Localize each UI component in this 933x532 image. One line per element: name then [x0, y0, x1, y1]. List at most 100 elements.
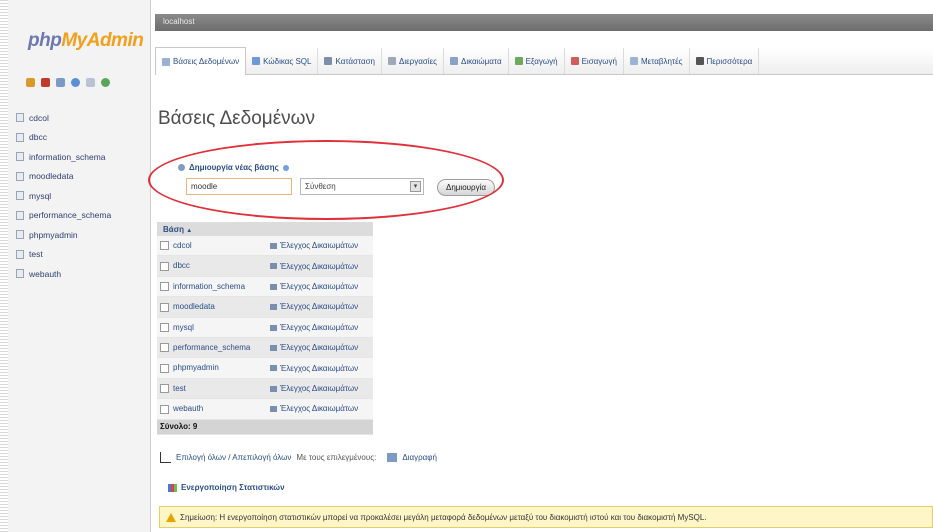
page-title: Βάσεις Δεδομένων [158, 108, 316, 129]
database-name-link[interactable]: performance_schema [173, 343, 250, 352]
sidebar-item-label: test [29, 249, 43, 260]
row-checkbox[interactable] [160, 261, 169, 271]
privileges-icon [270, 304, 277, 311]
phpmyadmin-logo[interactable]: phpMyAdmin [28, 30, 144, 52]
check-privileges-link[interactable]: Έλεγχος Δικαιωμάτων [280, 404, 358, 413]
database-cell: cdcol [157, 236, 267, 257]
privileges-cell: Έλεγχος Δικαιωμάτων [267, 357, 373, 379]
create-database-heading: Δημιουργία νέας βάσης [178, 163, 289, 172]
enable-statistics[interactable]: Ενεργοποίηση Στατιστικών [168, 483, 285, 492]
sidebar-item-label: phpmyadmin [29, 229, 78, 240]
database-cell: information_schema [157, 276, 267, 298]
privileges-icon [270, 385, 277, 392]
sidebar-item-phpmyadmin[interactable]: phpmyadmin [8, 225, 150, 245]
reload-icon[interactable] [101, 78, 110, 87]
check-privileges-link[interactable]: Έλεγχος Δικαιωμάτων [280, 262, 358, 271]
privileges-cell: Έλεγχος Δικαιωμάτων [267, 276, 373, 298]
drop-selected-link[interactable]: Διαγραφή [402, 453, 437, 462]
row-checkbox[interactable] [160, 404, 169, 414]
table-row: performance_schema Έλεγχος Δικαιωμάτων [157, 337, 373, 359]
help-icon[interactable] [71, 78, 80, 87]
database-name-link[interactable]: cdcol [173, 241, 192, 250]
tab-privileges[interactable]: Δικαιώματα [444, 48, 509, 74]
database-icon[interactable] [41, 78, 50, 87]
select-all-link[interactable]: Επιλογή όλων / Απεπιλογή όλων [176, 453, 291, 462]
privileges-cell: Έλεγχος Δικαιωμάτων [267, 337, 373, 359]
check-privileges-link[interactable]: Έλεγχος Δικαιωμάτων [280, 282, 358, 291]
row-checkbox[interactable] [160, 322, 169, 332]
sidebar-database-list: cdcol dbcc information_schema moodledata mys… [8, 108, 150, 284]
check-privileges-link[interactable]: Έλεγχος Δικαιωμάτων [280, 343, 358, 352]
database-icon [16, 210, 24, 220]
tab-label: Κώδικας SQL [263, 56, 312, 66]
database-name-link[interactable]: mysql [173, 323, 194, 332]
tab-status[interactable]: Κατάσταση [318, 48, 382, 74]
check-privileges-link[interactable]: Έλεγχος Δικαιωμάτων [280, 302, 358, 311]
database-name-link[interactable]: test [173, 384, 186, 393]
row-checkbox[interactable] [160, 343, 169, 353]
check-privileges-link[interactable]: Έλεγχος Δικαιωμάτων [280, 364, 358, 373]
tab-export[interactable]: Εξαγωγή [509, 48, 565, 74]
table-row: mysql Έλεγχος Δικαιωμάτων [157, 317, 373, 338]
database-name-link[interactable]: moodledata [173, 302, 215, 311]
server-breadcrumb[interactable]: localhost [163, 17, 195, 26]
check-privileges-link[interactable]: Έλεγχος Δικαιωμάτων [280, 241, 358, 250]
table-row: cdcol Έλεγχος Δικαιωμάτων [157, 236, 373, 257]
privileges-cell: Έλεγχος Δικαιωμάτων [267, 255, 373, 277]
tab-databases[interactable]: Βάσεις Δεδομένων [155, 47, 247, 75]
database-cell: performance_schema [157, 337, 267, 359]
sidebar-item-label: performance_schema [29, 210, 112, 221]
tab-label: Εξαγωγή [525, 56, 558, 66]
row-checkbox[interactable] [160, 241, 169, 251]
database-name-link[interactable]: dbcc [173, 261, 190, 270]
docs-icon[interactable] [86, 78, 95, 87]
table-row: dbcc Έλεγχος Δικαιωμάτων [157, 255, 373, 277]
sidebar-item-cdcol[interactable]: cdcol [8, 108, 150, 128]
database-name-input[interactable] [186, 178, 292, 195]
database-name-link[interactable]: webauth [173, 404, 203, 413]
row-checkbox[interactable] [160, 363, 169, 373]
collation-select[interactable]: Σύνθεση ▾ [300, 178, 424, 195]
sidebar-item-webauth[interactable]: webauth [8, 264, 150, 284]
tab-sql[interactable]: Κώδικας SQL [246, 48, 319, 74]
row-checkbox[interactable] [160, 302, 169, 312]
more-icon [695, 57, 704, 65]
check-privileges-link[interactable]: Έλεγχος Δικαιωμάτων [280, 384, 358, 393]
sort-ascending-icon: ▲ [186, 227, 193, 234]
sidebar-item-label: moodledata [29, 171, 74, 182]
privileges-icon [270, 263, 277, 270]
tab-label: Κατάσταση [335, 56, 375, 66]
row-checkbox[interactable] [160, 384, 169, 394]
tab-more[interactable]: Περισσότερα [690, 48, 760, 74]
chevron-down-icon: ▾ [410, 181, 421, 192]
tab-processes[interactable]: Διεργασίες [382, 48, 444, 74]
database-icon [16, 269, 24, 279]
sidebar-item-performance-schema[interactable]: performance_schema [8, 206, 150, 226]
sidebar-item-test[interactable]: test [8, 245, 150, 265]
home-icon[interactable] [26, 78, 35, 87]
sidebar-item-moodledata[interactable]: moodledata [8, 167, 150, 187]
sidebar-item-mysql[interactable]: mysql [8, 186, 150, 206]
sql-icon[interactable] [56, 78, 65, 87]
sidebar-item-dbcc[interactable]: dbcc [8, 128, 150, 148]
sidebar-item-information-schema[interactable]: information_schema [8, 147, 150, 167]
window-frame-edge [0, 0, 8, 532]
column-header-database[interactable]: Βάση ▲ [157, 222, 373, 236]
variables-icon [629, 57, 638, 65]
drop-icon[interactable] [387, 453, 398, 462]
database-name-link[interactable]: information_schema [173, 282, 245, 291]
statistics-notice: Σημείωση: Η ενεργοποίηση στατιστικών μπο… [159, 506, 933, 528]
database-icon [16, 132, 24, 142]
row-checkbox[interactable] [160, 282, 169, 292]
tab-variables[interactable]: Μεταβλητές [624, 48, 690, 74]
check-privileges-link[interactable]: Έλεγχος Δικαιωμάτων [280, 323, 358, 332]
tab-import[interactable]: Εισαγωγή [565, 48, 624, 74]
database-icon [16, 113, 24, 123]
help-icon[interactable] [282, 164, 289, 171]
import-icon [570, 57, 579, 65]
database-name-link[interactable]: phpmyadmin [173, 363, 219, 372]
enable-statistics-link[interactable]: Ενεργοποίηση Στατιστικών [181, 483, 285, 492]
privileges-cell: Έλεγχος Δικαιωμάτων [267, 317, 373, 338]
create-database-button[interactable]: Δημιουργία [437, 179, 495, 196]
privileges-icon [270, 283, 277, 290]
